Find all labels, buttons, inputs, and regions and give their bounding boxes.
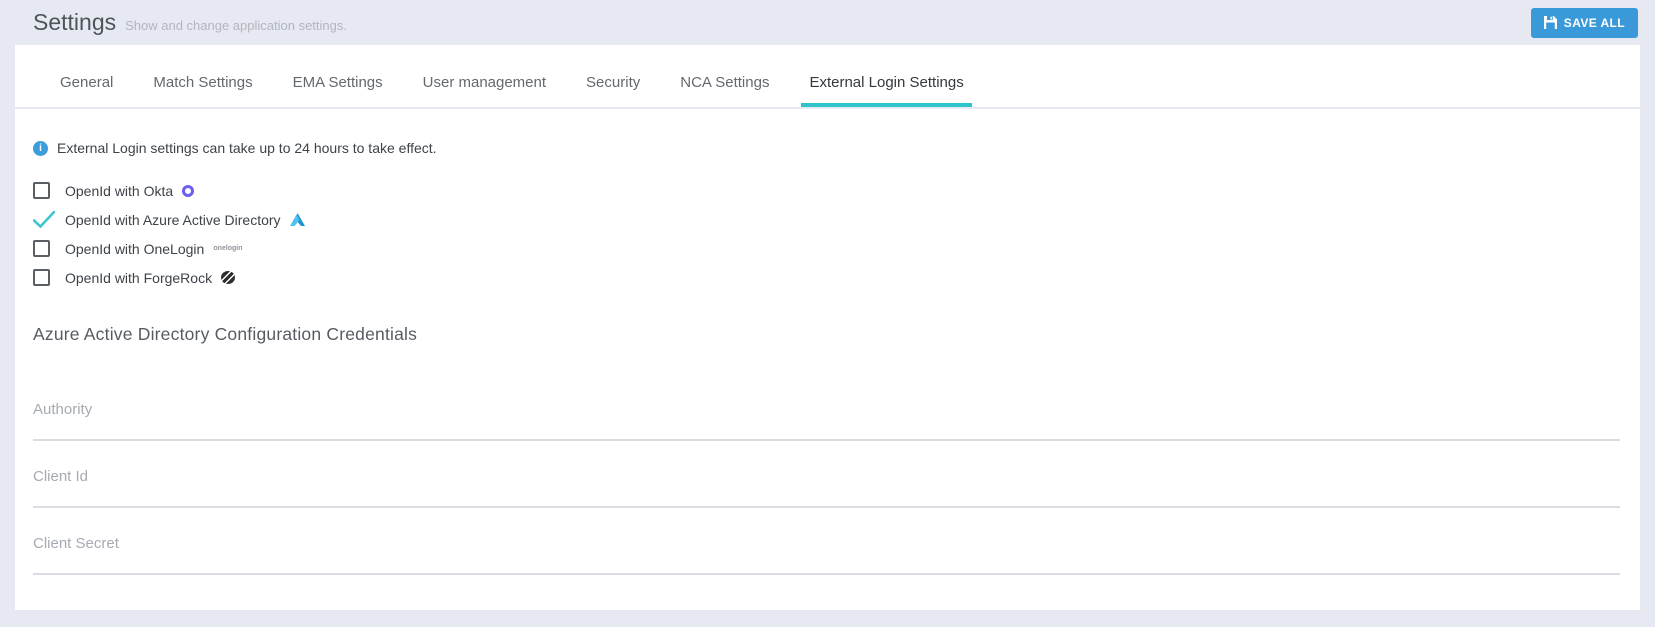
field-client-id — [33, 456, 1620, 508]
field-client-secret — [33, 523, 1620, 575]
openid-with-azure-active-directory-checkbox[interactable] — [33, 211, 55, 228]
onelogin-icon: onelogin — [213, 245, 243, 252]
tab-match-settings[interactable]: Match Settings — [145, 74, 260, 107]
tab-general[interactable]: General — [52, 74, 121, 107]
authority-input[interactable] — [33, 389, 1620, 441]
page-subtitle: Show and change application settings. — [125, 18, 347, 33]
tab-external-login-settings[interactable]: External Login Settings — [801, 74, 972, 107]
client-secret-input[interactable] — [33, 523, 1620, 575]
client-id-input[interactable] — [33, 456, 1620, 508]
provider-row-openid-with-okta: OpenId with Okta — [33, 181, 1620, 200]
provider-label: OpenId with OneLogin — [65, 240, 205, 257]
tab-ema-settings[interactable]: EMA Settings — [285, 74, 391, 107]
provider-label: OpenId with Azure Active Directory — [65, 211, 281, 228]
okta-icon — [182, 184, 195, 197]
provider-row-openid-with-onelogin: OpenId with OneLogin onelogin — [33, 239, 1620, 258]
openid-with-forgerock-checkbox[interactable] — [33, 269, 55, 286]
credential-fields — [33, 389, 1620, 575]
info-notice: i External Login settings can take up to… — [33, 140, 1620, 156]
openid-with-okta-checkbox[interactable] — [33, 182, 55, 199]
provider-row-openid-with-azure-active-directory: OpenId with Azure Active Directory — [33, 210, 1620, 229]
tab-content: i External Login settings can take up to… — [15, 140, 1640, 575]
forgerock-icon — [221, 271, 236, 284]
floppy-disk-icon — [1543, 16, 1557, 29]
tab-nca-settings[interactable]: NCA Settings — [672, 74, 777, 107]
openid-with-onelogin-checkbox[interactable] — [33, 240, 55, 257]
field-authority — [33, 389, 1620, 441]
azure-icon — [289, 213, 305, 226]
info-circle-icon: i — [33, 140, 48, 156]
credentials-section-heading: Azure Active Directory Configuration Cre… — [33, 324, 418, 344]
provider-label: OpenId with ForgeRock — [65, 269, 213, 286]
tab-user-management[interactable]: User management — [415, 74, 554, 107]
page-title: Settings — [33, 9, 117, 35]
settings-card: General Match Settings EMA Settings User ma… — [15, 45, 1640, 610]
save-all-label: SAVE ALL — [1563, 15, 1625, 30]
save-all-button[interactable]: SAVE ALL — [1530, 7, 1638, 38]
provider-label: OpenId with Okta — [65, 182, 174, 199]
page-header: Settings Show and change application set… — [0, 0, 1655, 45]
tab-bar: General Match Settings EMA Settings User ma… — [15, 45, 1640, 109]
provider-list: OpenId with Okta OpenId with Azure Active… — [33, 181, 1620, 287]
info-notice-text: External Login settings can take up to 2… — [57, 140, 437, 156]
title-group: Settings Show and change application set… — [33, 9, 347, 36]
provider-row-openid-with-forgerock: OpenId with ForgeRock — [33, 268, 1620, 287]
tab-security[interactable]: Security — [578, 74, 648, 107]
